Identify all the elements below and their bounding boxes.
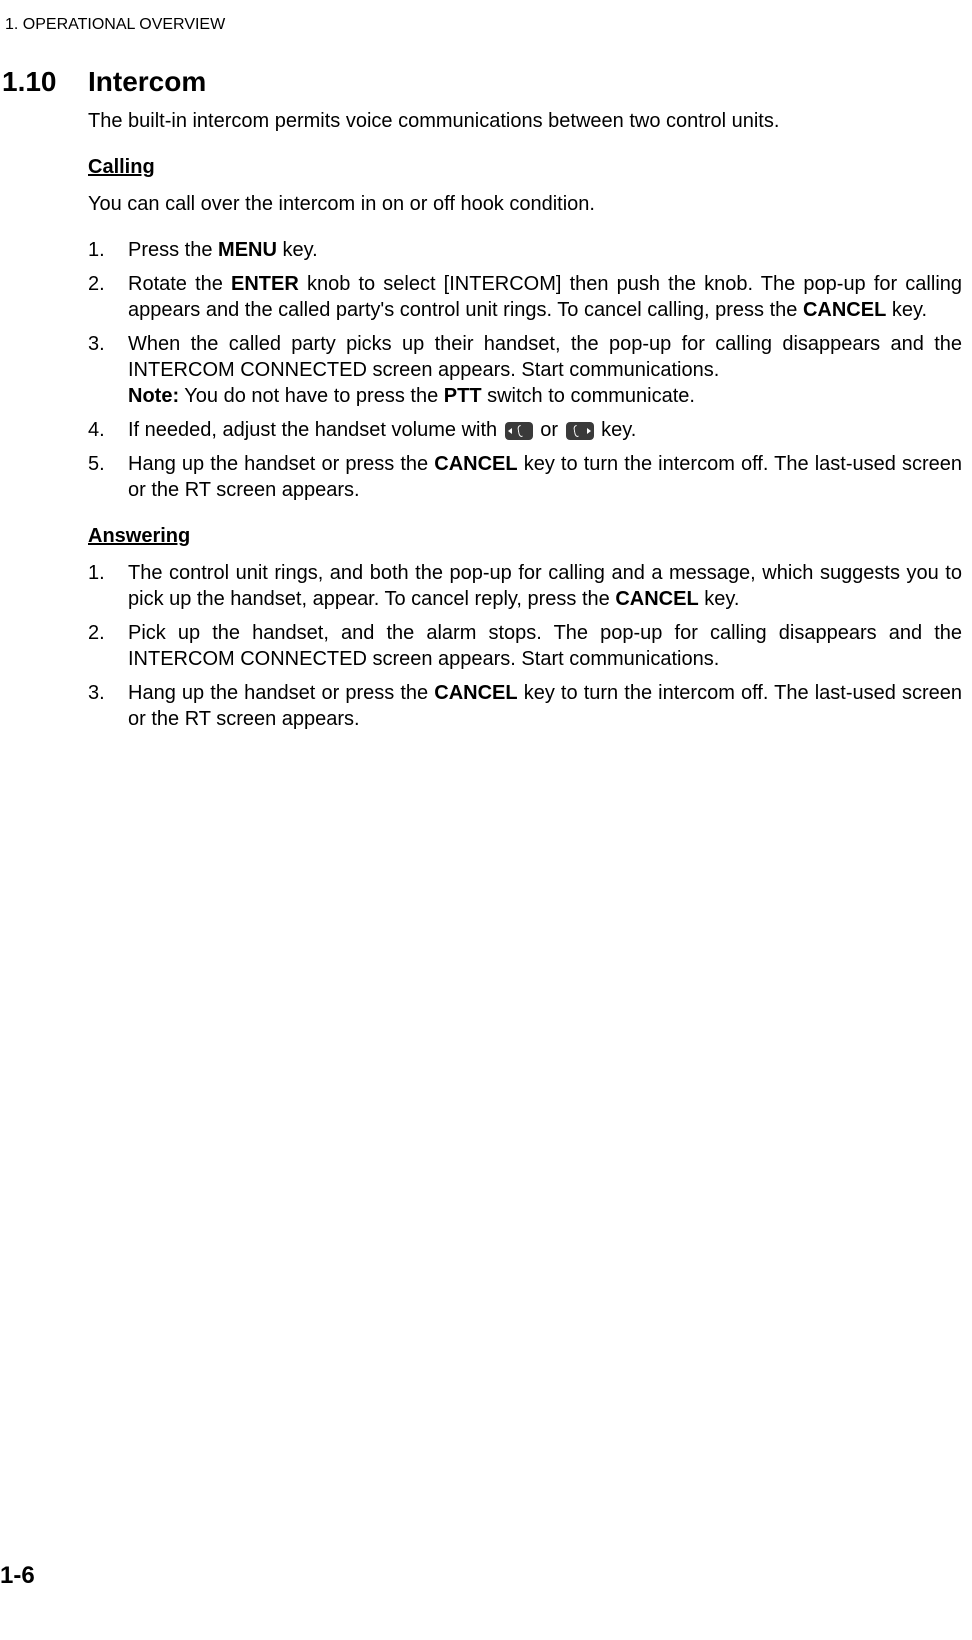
key-label: CANCEL: [803, 299, 886, 321]
step-text: key.: [699, 588, 740, 610]
calling-heading: Calling: [88, 156, 962, 179]
volume-down-key-icon: [505, 422, 533, 440]
note-label: Note:: [128, 385, 179, 407]
step-text: Pick up the handset, and the alarm stops…: [128, 622, 962, 670]
step-text: key.: [886, 299, 927, 321]
page-header: 1. OPERATIONAL OVERVIEW: [0, 0, 972, 34]
step-text: Press the: [128, 239, 218, 261]
list-item: 2. Rotate the ENTER knob to select [INTE…: [88, 271, 962, 323]
section-title: Intercom: [88, 66, 962, 98]
calling-intro: You can call over the intercom in on or …: [88, 191, 962, 217]
volume-up-key-icon: [566, 422, 594, 440]
list-item: 2. Pick up the handset, and the alarm st…: [88, 620, 962, 672]
step-number: 1.: [88, 237, 105, 263]
calling-steps: 1. Press the MENU key. 2. Rotate the ENT…: [88, 237, 962, 503]
answering-steps: 1. The control unit rings, and both the …: [88, 560, 962, 732]
list-item: 1. Press the MENU key.: [88, 237, 962, 263]
list-item: 1. The control unit rings, and both the …: [88, 560, 962, 612]
step-text: key.: [596, 419, 637, 441]
step-text: or: [535, 419, 564, 441]
key-label: CANCEL: [615, 588, 698, 610]
key-label: CANCEL: [434, 682, 517, 704]
step-text: Rotate the: [128, 273, 231, 295]
step-text: You do not have to press the: [179, 385, 444, 407]
section-intro: The built-in intercom permits voice comm…: [88, 108, 962, 134]
step-number: 3.: [88, 680, 105, 706]
step-text: When the called party picks up their han…: [128, 333, 962, 381]
step-number: 1.: [88, 560, 105, 586]
key-label: ENTER: [231, 273, 299, 295]
key-label: MENU: [218, 239, 277, 261]
list-item: 3. When the called party picks up their …: [88, 331, 962, 409]
step-text: If needed, adjust the handset volume wit…: [128, 419, 503, 441]
step-number: 4.: [88, 417, 105, 443]
step-number: 2.: [88, 271, 105, 297]
key-label: CANCEL: [434, 453, 517, 475]
list-item: 5. Hang up the handset or press the CANC…: [88, 451, 962, 503]
page-number: 1-6: [0, 1562, 35, 1590]
step-number: 5.: [88, 451, 105, 477]
section-number: 1.10: [0, 66, 88, 754]
step-text: switch to communicate.: [482, 385, 695, 407]
step-text: key.: [277, 239, 318, 261]
step-number: 3.: [88, 331, 105, 357]
step-text: Hang up the handset or press the: [128, 682, 434, 704]
answering-heading: Answering: [88, 525, 962, 548]
key-label: PTT: [444, 385, 482, 407]
step-text: Hang up the handset or press the: [128, 453, 434, 475]
list-item: 3. Hang up the handset or press the CANC…: [88, 680, 962, 732]
step-number: 2.: [88, 620, 105, 646]
step-text: The control unit rings, and both the pop…: [128, 562, 962, 610]
list-item: 4. If needed, adjust the handset volume …: [88, 417, 962, 443]
